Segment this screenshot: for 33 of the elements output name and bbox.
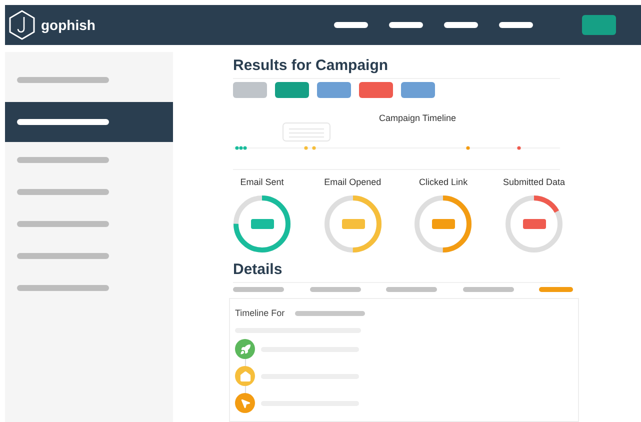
rocket-icon	[240, 344, 250, 354]
stat-label: Submitted Data	[502, 176, 565, 189]
nav-link[interactable]	[389, 22, 423, 28]
stat-label: Email Opened	[324, 176, 382, 189]
tab[interactable]	[386, 286, 437, 292]
tab[interactable]	[539, 286, 573, 292]
nav-link[interactable]	[499, 22, 533, 28]
header-button[interactable]	[582, 15, 616, 35]
cursor-icon	[240, 398, 250, 408]
chart-title: Campaign Timeline	[379, 112, 456, 125]
tab[interactable]	[310, 286, 360, 292]
hook-logo-icon	[9, 10, 35, 40]
tab[interactable]	[462, 286, 514, 292]
stat-label: Email Sent	[240, 176, 284, 189]
action-button[interactable]	[317, 82, 351, 98]
action-button[interactable]	[275, 82, 309, 98]
action-button[interactable]	[359, 82, 393, 98]
stat-value-placeholder	[251, 218, 274, 228]
tab[interactable]	[233, 286, 284, 292]
nav-link[interactable]	[444, 22, 478, 28]
section-title: Details	[233, 260, 284, 278]
sidebar-item[interactable]	[5, 102, 173, 142]
text-placeholder	[294, 310, 365, 316]
action-button[interactable]	[401, 82, 435, 98]
stat-value-placeholder	[522, 218, 546, 228]
stat-value-placeholder	[342, 218, 365, 228]
action-button[interactable]	[233, 82, 267, 98]
brand-name: gophish	[41, 16, 96, 35]
stat-label: Clicked Link	[419, 176, 468, 189]
nav-link[interactable]	[334, 22, 368, 28]
page-title: Results for Campaign	[233, 56, 390, 76]
timeline-label: Timeline For	[235, 306, 285, 320]
stat-value-placeholder	[432, 218, 456, 228]
